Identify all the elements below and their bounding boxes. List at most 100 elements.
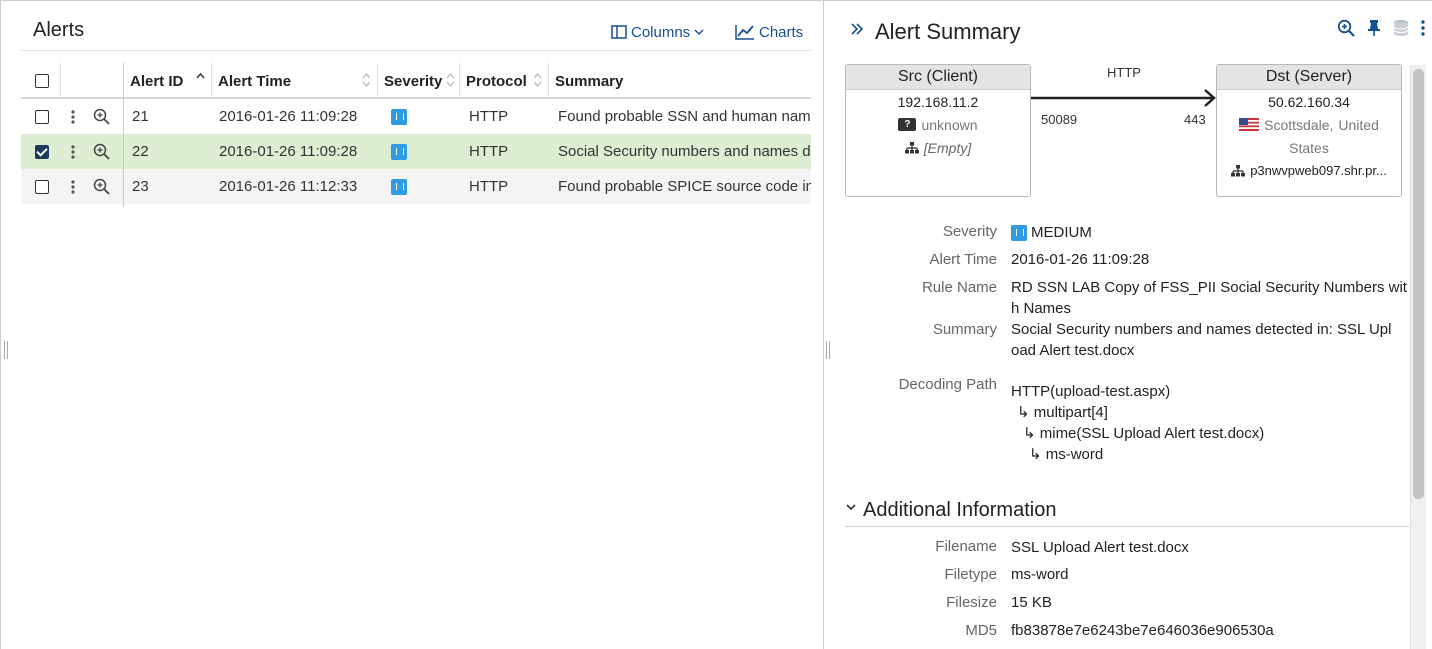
severity-medium-icon	[391, 134, 407, 169]
row-checkbox[interactable]	[35, 169, 49, 204]
dst-network: p3nwvpweb097.shr.pr...	[1250, 163, 1387, 178]
charts-label: Charts	[759, 23, 804, 41]
chevron-down-icon	[694, 29, 704, 36]
summary-toolbar	[1337, 19, 1425, 37]
line-chart-icon	[735, 25, 754, 40]
zoom-in-icon[interactable]	[1337, 19, 1355, 37]
additional-info-section[interactable]: Additional Information	[845, 495, 1409, 527]
actions-header	[60, 63, 123, 99]
kebab-menu-icon[interactable]	[71, 134, 75, 169]
collapse-panel-icon[interactable]	[849, 21, 865, 37]
column-header-alert-time[interactable]: Alert Time	[211, 63, 377, 99]
src-port: 50089	[1041, 112, 1078, 127]
rule-name-line: h Names	[1011, 300, 1072, 317]
sort-icon	[362, 73, 371, 87]
rule-name-line: RD SSN LAB Copy of FSS_PII Social Securi…	[1011, 279, 1407, 296]
select-all-checkbox[interactable]	[35, 63, 49, 99]
column-header-summary[interactable]: Summary	[548, 63, 811, 99]
scrollbar-thumb[interactable]	[1413, 69, 1424, 499]
src-network: [Empty]	[923, 139, 972, 156]
column-header-severity[interactable]: Severity	[377, 63, 459, 99]
dst-country-cont: States	[1289, 139, 1329, 156]
dst-ip: 50.62.160.34	[1268, 93, 1350, 110]
sort-icon	[446, 73, 455, 87]
severity-medium-icon	[391, 169, 407, 204]
zoom-in-icon[interactable]	[93, 99, 110, 134]
severity-value-line: MEDIUM	[1011, 222, 1411, 243]
unknown-host-icon: ?	[898, 118, 917, 131]
zoom-in-icon[interactable]	[93, 169, 110, 204]
database-icon[interactable]	[1393, 19, 1409, 37]
cell-summary: Social Security numbers and names detect…	[558, 143, 811, 160]
app-window: Alerts Columns Charts Alert ID Alert Tim…	[0, 0, 1432, 649]
column-divider	[123, 63, 124, 207]
summary-line: Social Security numbers and names detect…	[1011, 321, 1392, 338]
kebab-menu-icon[interactable]	[71, 169, 75, 204]
cell-summary: Found probable SPICE source code in	[558, 178, 811, 195]
cell-alert-id: 22	[132, 143, 149, 160]
table-row[interactable]: 22 2016-01-26 11:09:28 HTTP Social Secur…	[21, 134, 811, 169]
severity-medium-icon	[391, 99, 407, 134]
vertical-scrollbar[interactable]	[1410, 65, 1426, 649]
dst-header: Dst (Server)	[1217, 65, 1401, 90]
src-ip: 192.168.11.2	[897, 93, 979, 110]
row-checkbox[interactable]	[35, 134, 49, 169]
src-client-box: Src (Client) 192.168.11.2 ? unknown [Emp…	[845, 64, 1031, 197]
rule-name-value: RD SSN LAB Copy of FSS_PII Social Securi…	[1011, 277, 1411, 319]
decoding-step: ↳ ms-word	[1029, 446, 1104, 463]
cell-protocol: HTTP	[469, 143, 509, 160]
md5-label: MD5	[965, 622, 997, 639]
summary-label: Summary	[932, 321, 997, 338]
filesize-label: Filesize	[946, 594, 997, 611]
summary-line: oad Alert test.docx	[1011, 342, 1135, 359]
dst-server-box: Dst (Server) 50.62.160.34 Scottsdale, Un…	[1216, 64, 1402, 197]
alert-summary-panel: Alert Summary Src (Client) 192.168.11.2 …	[825, 1, 1432, 649]
filename-value: SSL Upload Alert test.docx	[1011, 539, 1189, 556]
chevron-down-icon[interactable]	[845, 501, 857, 513]
severity-medium-icon	[1011, 224, 1027, 241]
network-icon	[904, 141, 919, 153]
column-header-protocol[interactable]: Protocol	[459, 63, 548, 99]
src-host-line: ? unknown	[846, 113, 1030, 136]
alerts-title: Alerts	[33, 19, 85, 41]
decoding-path-label: Decoding Path	[898, 376, 997, 393]
pin-icon[interactable]	[1367, 19, 1381, 37]
dst-port: 443	[1184, 112, 1206, 127]
flow-arrow-icon	[1031, 89, 1216, 107]
summary-title: Alert Summary	[875, 19, 1021, 44]
severity-label: Severity	[942, 223, 997, 240]
flow-protocol: HTTP	[1107, 65, 1141, 80]
splitter-handle[interactable]	[826, 341, 830, 359]
summary-header: Alert Summary	[845, 1, 1432, 53]
cell-summary: Found probable SSN and human names	[558, 108, 811, 125]
decoding-step: ↳ mime(SSL Upload Alert test.docx)	[1023, 425, 1265, 442]
cell-alert-time: 2016-01-26 11:09:28	[219, 143, 358, 160]
pane-resize-handle[interactable]	[4, 341, 8, 359]
table-row[interactable]: 23 2016-01-26 11:12:33 HTTP Found probab…	[21, 169, 811, 204]
md5-value: fb83878e7e6243be7e646036e906530a	[1011, 622, 1274, 639]
src-host: unknown	[921, 116, 978, 133]
dst-country: United	[1338, 116, 1379, 133]
dst-network-line: p3nwvpweb097.shr.pr...	[1217, 159, 1401, 182]
columns-button[interactable]: Columns	[611, 21, 704, 43]
alert-time-label: Alert Time	[929, 251, 997, 268]
alerts-header: Alerts Columns Charts	[21, 1, 811, 51]
column-header-alert-id[interactable]: Alert ID	[123, 63, 211, 99]
cell-alert-id: 23	[132, 178, 149, 195]
additional-info-title: Additional Information	[863, 499, 1057, 521]
src-network-line: [Empty]	[846, 136, 1030, 159]
cell-protocol: HTTP	[469, 178, 509, 195]
alerts-panel: Alerts Columns Charts Alert ID Alert Tim…	[1, 1, 824, 649]
kebab-menu-icon[interactable]	[1421, 20, 1425, 36]
kebab-menu-icon[interactable]	[71, 99, 75, 134]
row-checkbox[interactable]	[35, 99, 49, 134]
alerts-grid: Alert ID Alert Time Severity Protocol Su…	[21, 63, 811, 207]
summary-value: Social Security numbers and names detect…	[1011, 319, 1411, 361]
cell-protocol: HTTP	[469, 108, 509, 125]
zoom-in-icon[interactable]	[93, 134, 110, 169]
table-row[interactable]: 21 2016-01-26 11:09:28 HTTP Found probab…	[21, 99, 811, 134]
us-flag-icon	[1239, 118, 1260, 131]
severity-value: MEDIUM	[1031, 224, 1092, 241]
charts-button[interactable]: Charts	[735, 21, 803, 43]
cell-alert-time: 2016-01-26 11:09:28	[219, 108, 358, 125]
